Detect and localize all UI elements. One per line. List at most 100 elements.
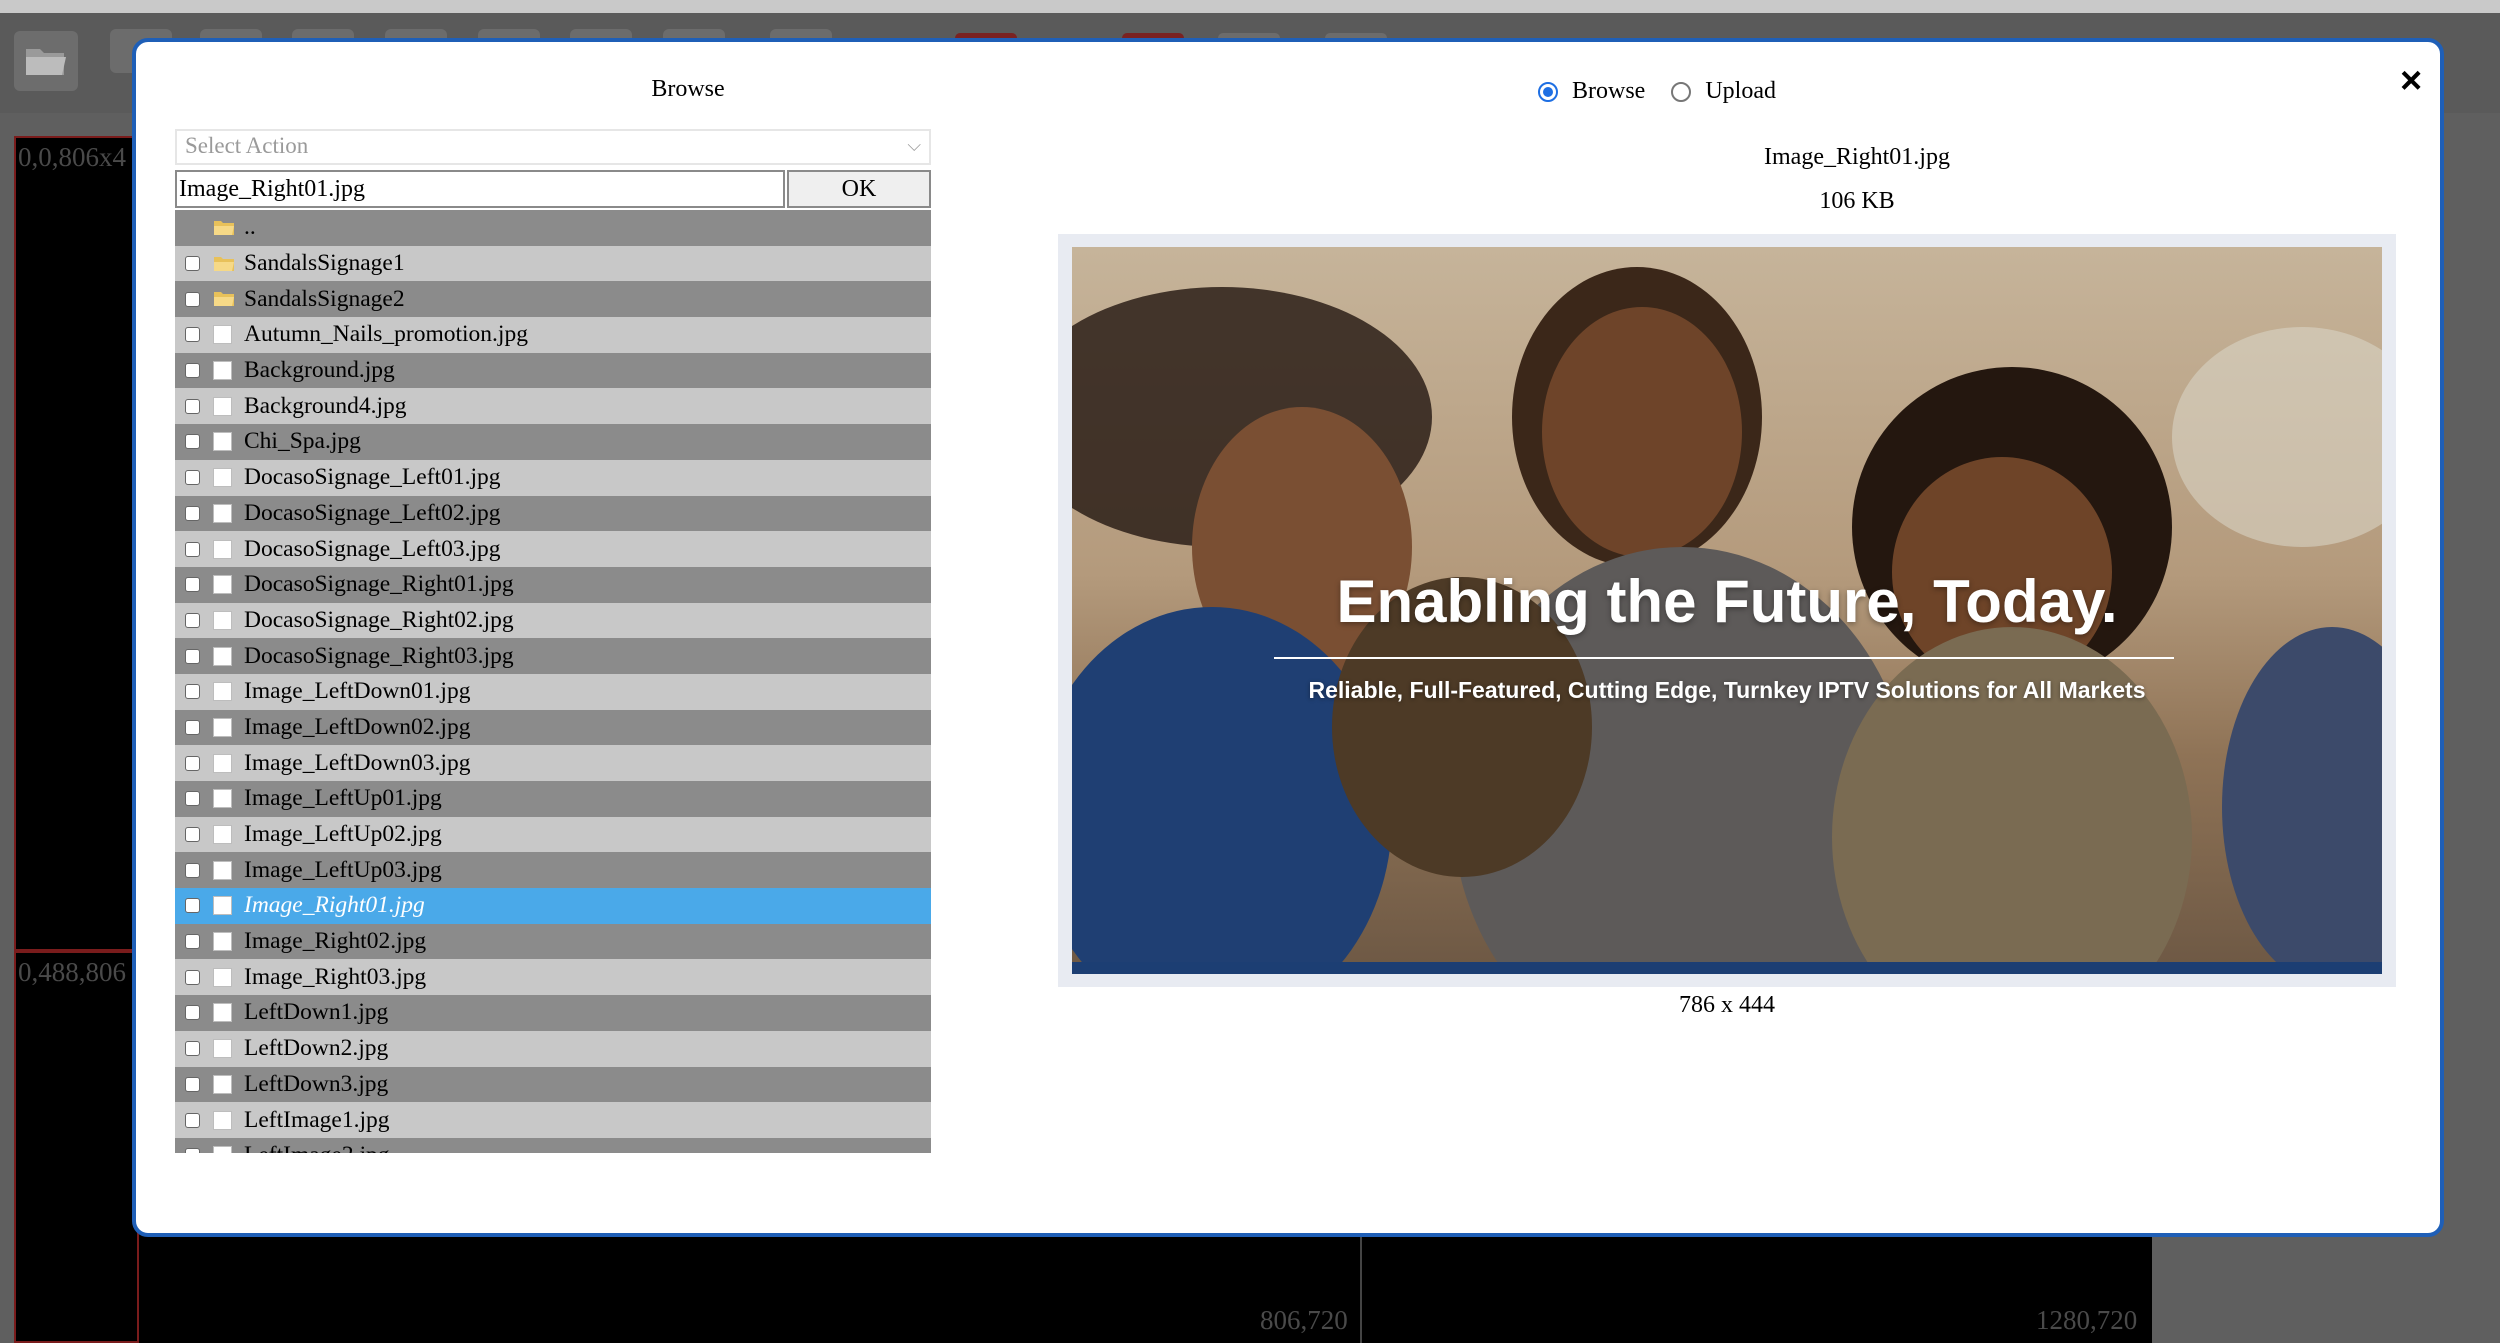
row-checkbox[interactable] bbox=[185, 791, 200, 807]
action-select[interactable]: Select Action ⌵ bbox=[175, 129, 931, 165]
file-list-row[interactable]: .. bbox=[175, 210, 931, 246]
file-list-row[interactable]: DocasoSignage_Right03.jpg bbox=[175, 638, 931, 674]
file-list-row[interactable]: Image_Right01.jpg bbox=[175, 888, 931, 924]
file-list-row[interactable]: Image_LeftUp03.jpg bbox=[175, 852, 931, 889]
file-name: Image_LeftDown03.jpg bbox=[244, 749, 471, 776]
row-checkbox[interactable] bbox=[185, 363, 200, 379]
file-icon bbox=[213, 860, 232, 880]
file-list-row[interactable]: DocasoSignage_Left02.jpg bbox=[175, 495, 931, 532]
image-bottom-band bbox=[1072, 962, 2382, 974]
file-icon bbox=[213, 1110, 232, 1130]
file-name: Image_LeftUp03.jpg bbox=[244, 856, 442, 883]
row-checkbox[interactable] bbox=[185, 327, 200, 343]
file-list-row[interactable]: Image_Right02.jpg bbox=[175, 923, 931, 960]
row-checkbox[interactable] bbox=[185, 648, 200, 664]
file-icon bbox=[213, 825, 232, 845]
file-list-row[interactable]: LeftImage1.jpg bbox=[175, 1102, 931, 1138]
row-checkbox[interactable] bbox=[185, 541, 200, 557]
upload-radio[interactable] bbox=[1671, 81, 1692, 102]
row-checkbox[interactable] bbox=[185, 1076, 200, 1092]
file-icon bbox=[213, 932, 232, 952]
file-list-row[interactable]: Chi_Spa.jpg bbox=[175, 424, 931, 460]
row-checkbox[interactable] bbox=[185, 256, 200, 272]
file-name: Image_LeftUp01.jpg bbox=[244, 785, 442, 812]
file-icon bbox=[213, 896, 232, 916]
file-icon bbox=[213, 1039, 232, 1059]
file-icon bbox=[213, 967, 232, 987]
browser-top-strip bbox=[0, 0, 2500, 13]
file-name: Image_Right03.jpg bbox=[244, 963, 427, 990]
file-name: Image_LeftUp02.jpg bbox=[244, 821, 442, 848]
zone-bottom-left[interactable] bbox=[14, 951, 139, 1343]
upload-radio-label[interactable]: Upload bbox=[1705, 78, 1776, 105]
file-name: LeftDown3.jpg bbox=[244, 1070, 389, 1097]
row-checkbox[interactable] bbox=[185, 398, 200, 414]
file-list-row[interactable]: SandalsSignage2 bbox=[175, 281, 931, 318]
file-list-row[interactable]: Image_LeftUp02.jpg bbox=[175, 816, 931, 853]
ok-button[interactable]: OK bbox=[787, 170, 931, 208]
file-icon bbox=[213, 325, 232, 345]
row-checkbox[interactable] bbox=[185, 505, 200, 521]
zone-divider bbox=[1360, 1237, 1362, 1343]
file-list[interactable]: .. SandalsSignage1 SandalsSignage2 Autumn_N… bbox=[175, 210, 931, 1153]
file-icon bbox=[213, 1146, 232, 1153]
row-checkbox[interactable] bbox=[185, 934, 200, 950]
row-checkbox[interactable] bbox=[185, 577, 200, 593]
zone-top-left[interactable] bbox=[14, 136, 139, 951]
preview-dimensions: 786 x 444 bbox=[1679, 992, 1775, 1018]
file-icon bbox=[213, 646, 232, 666]
browse-radio-label[interactable]: Browse bbox=[1572, 78, 1645, 105]
row-checkbox[interactable] bbox=[185, 470, 200, 486]
file-list-row[interactable]: LeftDown3.jpg bbox=[175, 1066, 931, 1103]
file-icon bbox=[213, 503, 232, 523]
row-checkbox[interactable] bbox=[185, 1005, 200, 1021]
row-checkbox[interactable] bbox=[185, 862, 200, 878]
file-list-row[interactable]: Background.jpg bbox=[175, 352, 931, 389]
file-list-row[interactable]: Image_LeftDown02.jpg bbox=[175, 709, 931, 746]
browse-radio[interactable] bbox=[1538, 81, 1558, 102]
filename-input[interactable] bbox=[175, 170, 785, 208]
row-checkbox[interactable] bbox=[185, 1148, 200, 1153]
row-checkbox[interactable] bbox=[185, 612, 200, 628]
row-checkbox[interactable] bbox=[185, 291, 200, 307]
file-list-row[interactable]: DocasoSignage_Right01.jpg bbox=[175, 566, 931, 603]
file-list-row[interactable]: Image_LeftUp01.jpg bbox=[175, 781, 931, 817]
file-icon bbox=[213, 610, 232, 630]
file-list-row[interactable]: SandalsSignage1 bbox=[175, 245, 931, 282]
file-icon bbox=[213, 789, 232, 809]
file-icon bbox=[213, 361, 232, 381]
file-name: DocasoSignage_Left03.jpg bbox=[244, 535, 501, 562]
row-checkbox[interactable] bbox=[185, 719, 200, 735]
file-list-row[interactable]: LeftDown2.jpg bbox=[175, 1030, 931, 1067]
file-list-row[interactable]: Autumn_Nails_promotion.jpg bbox=[175, 317, 931, 353]
file-name: Image_LeftDown02.jpg bbox=[244, 713, 471, 740]
close-button[interactable]: × bbox=[2400, 62, 2422, 100]
open-folder-button[interactable] bbox=[14, 31, 78, 91]
file-icon bbox=[213, 1003, 232, 1023]
file-list-row[interactable]: DocasoSignage_Left03.jpg bbox=[175, 531, 931, 567]
file-list-row[interactable]: Image_LeftDown01.jpg bbox=[175, 673, 931, 710]
file-name: Image_Right01.jpg bbox=[244, 892, 425, 919]
file-list-row[interactable]: Image_Right03.jpg bbox=[175, 959, 931, 996]
row-checkbox[interactable] bbox=[185, 684, 200, 700]
file-list-row[interactable]: DocasoSignage_Left01.jpg bbox=[175, 459, 931, 496]
row-checkbox[interactable] bbox=[185, 827, 200, 843]
zone-coord-label: 0,488,806 bbox=[18, 957, 126, 987]
row-checkbox[interactable] bbox=[185, 434, 200, 450]
row-checkbox[interactable] bbox=[185, 1041, 200, 1057]
row-checkbox[interactable] bbox=[185, 1112, 200, 1128]
row-checkbox[interactable] bbox=[185, 755, 200, 771]
row-checkbox[interactable] bbox=[185, 898, 200, 914]
file-icon bbox=[213, 575, 232, 595]
file-list-row[interactable]: DocasoSignage_Right02.jpg bbox=[175, 602, 931, 639]
file-list-row[interactable]: Background4.jpg bbox=[175, 388, 931, 425]
file-name: LeftDown1.jpg bbox=[244, 999, 389, 1026]
file-list-row[interactable]: Image_LeftDown03.jpg bbox=[175, 745, 931, 781]
file-list-row[interactable]: LeftImage2.jpg bbox=[175, 1137, 931, 1153]
row-checkbox[interactable] bbox=[185, 969, 200, 985]
folder-icon bbox=[214, 292, 234, 307]
image-preview-frame: Enabling the Future, Today. Reliable, Fu… bbox=[1058, 234, 2396, 987]
file-list-row[interactable]: LeftDown1.jpg bbox=[175, 995, 931, 1031]
preview-filesize: 106 KB bbox=[1819, 188, 1895, 214]
folder-open-icon bbox=[26, 49, 66, 75]
